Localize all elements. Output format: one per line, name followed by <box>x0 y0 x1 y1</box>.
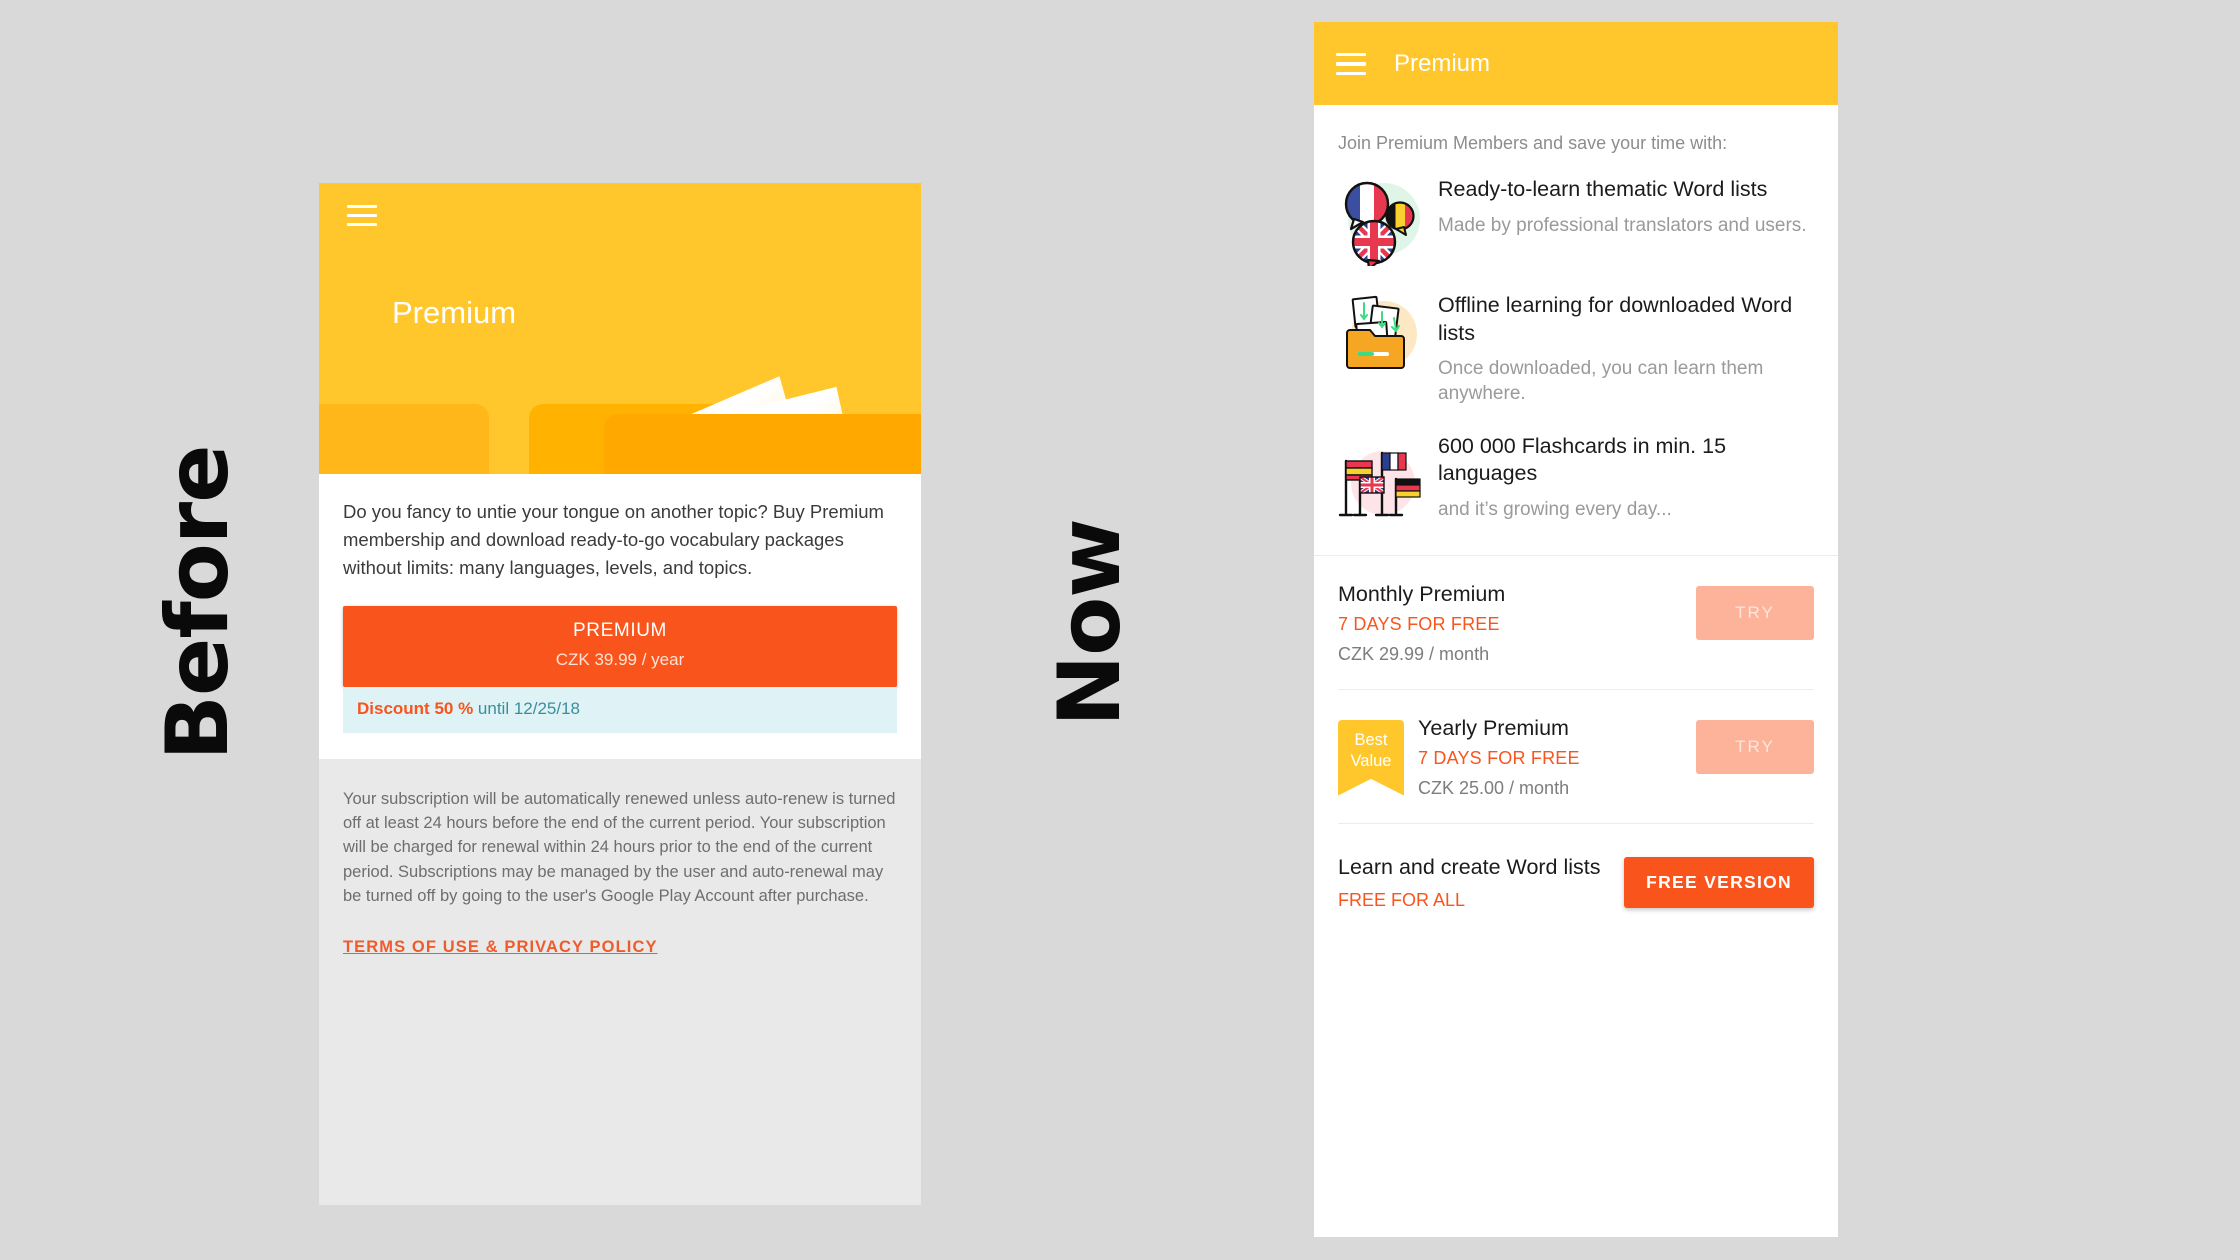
feature-text: Offline learning for downloaded Word lis… <box>1424 290 1814 407</box>
try-button-monthly[interactable]: TRY <box>1696 585 1814 640</box>
now-screen: Premium Join Premium Members and save yo… <box>1314 22 1838 1237</box>
feature-subtitle: and it’s growing every day... <box>1438 498 1672 520</box>
plan-name: Yearly Premium <box>1418 715 1569 740</box>
discount-expiry: until 12/25/18 <box>473 699 581 719</box>
free-version-row: Learn and create Word lists FREE FOR ALL… <box>1314 824 1838 941</box>
premium-button-label: PREMIUM <box>573 620 667 642</box>
comparison-stage: Before Premium Do you fancy to untie you… <box>0 0 2240 1260</box>
subscription-legal-text: Your subscription will be automatically … <box>343 790 896 905</box>
folder-download-icon <box>1338 290 1424 382</box>
free-version-title: Learn and create Word lists <box>1338 854 1601 879</box>
feature-text: Ready-to-learn thematic Word lists Made … <box>1424 174 1807 266</box>
plan-info: Monthly Premium 7 DAYS FOR FREE CZK 29.9… <box>1338 582 1505 665</box>
feature-item: Ready-to-learn thematic Word lists Made … <box>1314 160 1838 276</box>
plan-left: Monthly Premium 7 DAYS FOR FREE CZK 29.9… <box>1338 582 1696 665</box>
speech-bubbles-flags-icon <box>1338 174 1424 271</box>
flag-poles-icon <box>1338 431 1424 523</box>
now-label: Now <box>1040 519 1140 727</box>
discount-banner: Discount 50 % until 12/25/18 <box>343 687 897 734</box>
premium-button-price: CZK 39.99 / year <box>555 650 685 670</box>
try-button-yearly[interactable]: TRY <box>1696 719 1814 774</box>
feature-item: Offline learning for downloaded Word lis… <box>1314 276 1838 417</box>
plan-trial: 7 DAYS FOR FREE <box>1338 613 1500 634</box>
feature-text: 600 000 Flashcards in min. 15 languages … <box>1424 431 1814 523</box>
premium-purchase-button[interactable]: PREMIUM CZK 39.99 / year <box>343 606 897 688</box>
before-body: Do you fancy to untie your tongue on ano… <box>319 474 921 760</box>
now-intro-text: Join Premium Members and save your time … <box>1338 133 1728 153</box>
badge-line-two: Value <box>1350 751 1392 770</box>
plan-left: Best Value Yearly Premium 7 DAYS FOR FRE… <box>1338 716 1696 799</box>
before-legal-section: Your subscription will be automatically … <box>319 759 921 956</box>
plan-price: CZK 29.99 / month <box>1338 643 1490 664</box>
before-description: Do you fancy to untie your tongue on ano… <box>343 501 884 579</box>
free-version-info: Learn and create Word lists FREE FOR ALL <box>1338 854 1601 911</box>
best-value-badge: Best Value <box>1338 719 1404 796</box>
free-version-button[interactable]: FREE VERSION <box>1624 856 1814 908</box>
discount-amount: Discount 50 % <box>357 699 474 719</box>
free-version-subtitle: FREE FOR ALL <box>1338 889 1466 910</box>
folder-shape-left <box>319 404 489 474</box>
plan-name: Monthly Premium <box>1338 581 1506 606</box>
hamburger-menu-icon[interactable] <box>1336 52 1366 75</box>
plan-row-yearly: Best Value Yearly Premium 7 DAYS FOR FRE… <box>1314 690 1838 823</box>
now-appbar: Premium <box>1314 22 1838 105</box>
before-hero: Premium <box>319 183 921 474</box>
feature-title: Offline learning for downloaded Word lis… <box>1438 293 1793 345</box>
feature-subtitle: Made by professional translators and use… <box>1438 214 1807 236</box>
feature-title: Ready-to-learn thematic Word lists <box>1438 177 1768 201</box>
before-label: Before <box>148 445 248 761</box>
feature-subtitle: Once downloaded, you can learn them anyw… <box>1438 358 1764 405</box>
before-screen: Premium Do you fancy to untie your tongu… <box>319 183 921 1205</box>
plan-trial: 7 DAYS FOR FREE <box>1418 747 1580 768</box>
plan-price: CZK 25.00 / month <box>1418 777 1570 798</box>
folder-shape-right <box>604 414 921 474</box>
before-hero-title: Premium <box>392 295 517 330</box>
terms-of-use-link[interactable]: TERMS OF USE & PRIVACY POLICY <box>343 938 897 957</box>
feature-item: 600 000 Flashcards in min. 15 languages … <box>1314 417 1838 533</box>
badge-line-one: Best <box>1354 731 1388 750</box>
plan-info: Yearly Premium 7 DAYS FOR FREE CZK 25.00… <box>1418 716 1580 799</box>
feature-title: 600 000 Flashcards in min. 15 languages <box>1438 433 1727 486</box>
plan-row-monthly: Monthly Premium 7 DAYS FOR FREE CZK 29.9… <box>1314 556 1838 689</box>
hamburger-menu-icon[interactable] <box>347 205 377 227</box>
now-appbar-title: Premium <box>1394 49 1491 77</box>
